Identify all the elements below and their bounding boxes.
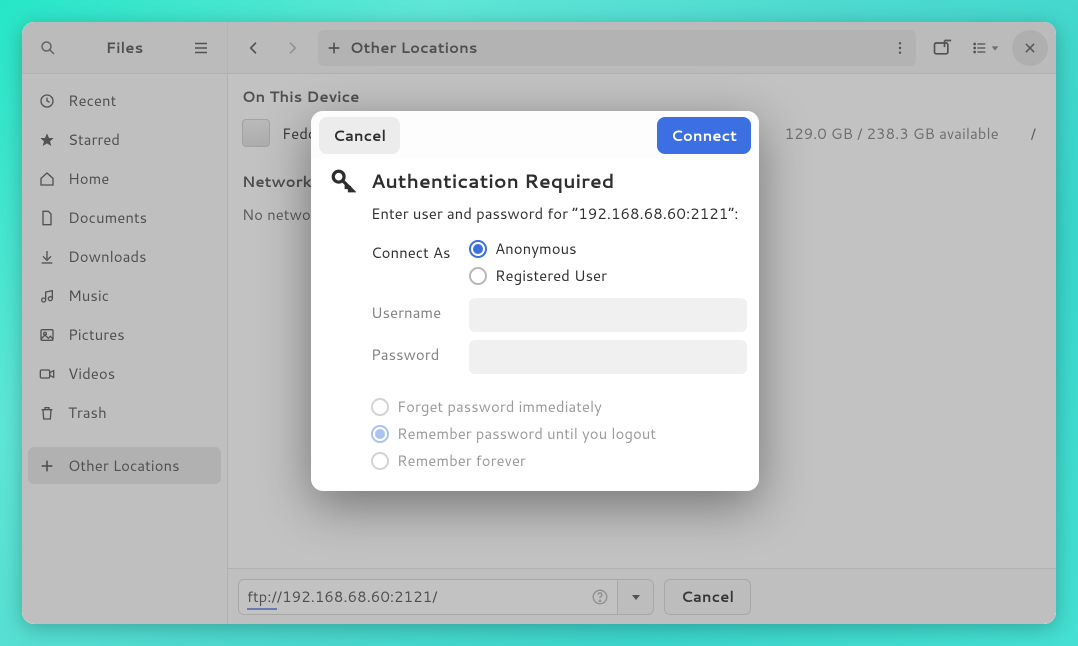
radio-label: Remember password until you logout — [397, 423, 656, 444]
radio-label: Anonymous — [495, 238, 577, 259]
username-input[interactable] — [469, 298, 747, 332]
username-label: Username — [371, 298, 469, 332]
radio-anonymous[interactable]: Anonymous — [469, 238, 607, 259]
password-row: Password — [323, 340, 747, 374]
radio-indicator — [371, 452, 389, 470]
password-label: Password — [371, 340, 469, 374]
radio-registered[interactable]: Registered User — [469, 265, 607, 286]
pw-option-forget[interactable]: Forget password immediately — [371, 396, 747, 417]
dialog-cancel-button[interactable]: Cancel — [319, 117, 400, 154]
radio-indicator — [371, 425, 389, 443]
password-input[interactable] — [469, 340, 747, 374]
radio-indicator — [469, 240, 487, 258]
dialog-subtitle: Enter user and password for “192.168.68.… — [323, 203, 747, 224]
username-row: Username — [323, 298, 747, 332]
password-remember-options: Forget password immediately Remember pas… — [323, 396, 747, 471]
radio-indicator — [371, 398, 389, 416]
radio-label: Forget password immediately — [397, 396, 602, 417]
connect-as-label: Connect As — [371, 238, 469, 286]
auth-dialog: Cancel Connect Authentication Required E… — [311, 111, 759, 491]
pw-option-forever[interactable]: Remember forever — [371, 450, 747, 471]
dialog-connect-button[interactable]: Connect — [657, 117, 751, 154]
radio-label: Remember forever — [397, 450, 526, 471]
connect-as-group: Anonymous Registered User — [469, 238, 607, 286]
dialog-title-row: Authentication Required — [323, 163, 747, 203]
connect-as-row: Connect As Anonymous Registered User — [323, 238, 747, 286]
dialog-header: Cancel Connect — [311, 111, 759, 159]
dialog-title: Authentication Required — [371, 168, 614, 195]
pw-option-session[interactable]: Remember password until you logout — [371, 423, 747, 444]
dialog-body: Authentication Required Enter user and p… — [311, 159, 759, 491]
key-icon — [329, 167, 357, 195]
radio-indicator — [469, 267, 487, 285]
radio-label: Registered User — [495, 265, 607, 286]
